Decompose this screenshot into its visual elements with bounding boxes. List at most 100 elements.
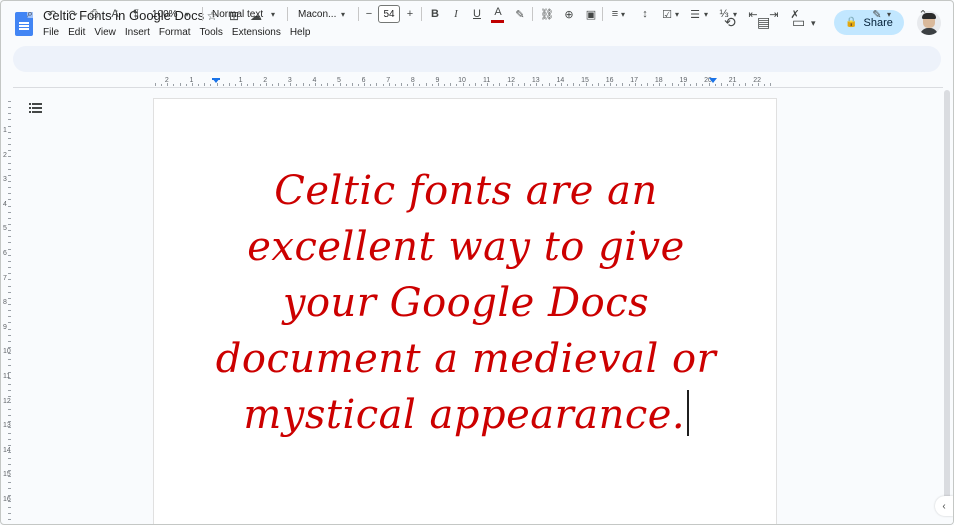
paragraph-style-select[interactable]: Normal text xyxy=(212,5,263,23)
meet-dropdown-icon[interactable]: ▾ xyxy=(811,14,816,32)
ruler-tick xyxy=(204,83,206,86)
vruler-tick xyxy=(8,476,11,478)
line-spacing-icon[interactable]: ↕ xyxy=(638,5,652,23)
right-indent-handle[interactable] xyxy=(709,78,717,83)
ruler-tick xyxy=(241,83,243,86)
print-icon[interactable]: ⎙ xyxy=(87,5,101,23)
align-chevron-down-icon[interactable]: ▾ xyxy=(621,5,625,23)
increase-indent-icon[interactable]: ⇥ xyxy=(767,5,781,23)
app-window: Celtic Fonts in Google Docs ☆ ⊞ ☁ File E… xyxy=(0,0,954,525)
ruler-tick xyxy=(505,84,507,86)
vruler-tick xyxy=(8,402,11,404)
left-indent-handle[interactable] xyxy=(212,78,220,83)
clear-formatting-icon[interactable]: ✗ xyxy=(788,5,802,23)
vruler-tick xyxy=(8,500,11,502)
collapse-menus-icon[interactable]: ⌃ xyxy=(917,5,929,23)
share-button[interactable]: 🔒 Share xyxy=(834,10,904,35)
vruler-tick xyxy=(8,248,11,250)
increase-font-size-button[interactable]: + xyxy=(405,5,415,23)
vruler-number: 10 xyxy=(3,348,11,356)
menu-view[interactable]: View xyxy=(94,27,116,38)
numbered-chevron-down-icon[interactable]: ▾ xyxy=(733,5,737,23)
insert-image-icon[interactable]: ▣ xyxy=(584,5,598,23)
redo-icon[interactable]: ↷ xyxy=(66,5,80,23)
font-chevron-down-icon[interactable]: ▾ xyxy=(341,5,345,23)
ruler-tick xyxy=(173,84,175,86)
style-chevron-down-icon[interactable]: ▾ xyxy=(271,5,275,23)
font-size-input[interactable]: 54 xyxy=(378,5,400,23)
text-color-button[interactable]: A xyxy=(492,3,504,21)
decrease-font-size-button[interactable]: − xyxy=(364,5,374,23)
vruler-tick xyxy=(8,353,11,355)
zoom-select[interactable]: 100% xyxy=(152,5,178,23)
zoom-chevron-down-icon[interactable]: ▾ xyxy=(185,5,189,23)
ruler-tick xyxy=(573,83,575,86)
side-panel-toggle-icon[interactable]: ‹ xyxy=(935,496,953,516)
undo-icon[interactable]: ↶ xyxy=(45,5,59,23)
underline-button[interactable]: U xyxy=(471,5,483,23)
ruler-tick xyxy=(364,83,366,86)
bullets-chevron-down-icon[interactable]: ▾ xyxy=(704,5,708,23)
ruler-tick xyxy=(511,83,513,86)
editing-mode-icon[interactable]: ✎ xyxy=(870,5,884,23)
menu-insert[interactable]: Insert xyxy=(125,27,150,38)
ruler-tick xyxy=(499,83,501,86)
scrollbar-thumb[interactable] xyxy=(944,90,950,500)
ruler-tick xyxy=(265,83,267,86)
checklist-icon[interactable]: ☑ xyxy=(660,5,674,23)
vruler-number: 16 xyxy=(3,496,11,503)
decrease-indent-icon[interactable]: ⇤ xyxy=(746,5,760,23)
ruler-tick xyxy=(308,84,310,86)
ruler-tick xyxy=(751,84,753,86)
ruler-tick xyxy=(228,83,230,86)
menu-format[interactable]: Format xyxy=(159,27,191,38)
ruler-tick xyxy=(394,84,396,86)
insert-link-icon[interactable]: ⛓ xyxy=(540,5,554,23)
search-menus-icon[interactable]: ⌕ xyxy=(23,5,37,23)
ruler-tick xyxy=(653,84,655,86)
vruler-number: 8 xyxy=(3,299,7,307)
italic-button[interactable]: I xyxy=(450,5,462,23)
ruler-tick xyxy=(191,83,193,86)
menu-help[interactable]: Help xyxy=(290,27,311,38)
text-line: mystical appearance. xyxy=(243,392,686,438)
vruler-tick xyxy=(8,390,11,392)
vruler-tick xyxy=(8,463,11,465)
ruler-tick xyxy=(690,84,692,86)
ruler-tick xyxy=(493,84,495,86)
highlight-icon[interactable]: ✎ xyxy=(514,5,526,23)
ruler-tick xyxy=(278,83,279,86)
vruler-tick xyxy=(8,224,11,225)
menu-tools[interactable]: Tools xyxy=(200,27,223,38)
ruler-tick xyxy=(376,83,378,86)
bold-button[interactable]: B xyxy=(429,5,441,23)
vruler-tick xyxy=(8,162,11,164)
ruler-tick xyxy=(745,83,747,86)
align-icon[interactable]: ≡ xyxy=(608,5,622,23)
text-color-indicator xyxy=(491,20,504,23)
vertical-ruler[interactable]: 1 2 3 4 5 6 7 8 9 10 11 12 13 14 15 16 xyxy=(2,97,12,524)
bulleted-list-icon[interactable]: ☰ xyxy=(688,5,702,23)
add-comment-icon[interactable]: ⊕ xyxy=(562,5,576,23)
numbered-list-icon[interactable]: ⅓ xyxy=(717,5,731,23)
document-outline-icon[interactable] xyxy=(29,102,43,114)
ruler-tick xyxy=(524,83,525,86)
ruler-tick xyxy=(216,83,218,86)
vruler-tick xyxy=(8,230,11,232)
paint-format-icon[interactable]: ¶ xyxy=(129,5,143,23)
vruler-number: 6 xyxy=(3,250,7,257)
document-body[interactable]: Celtic fonts are an excellent way to giv… xyxy=(154,163,778,443)
ruler-tick xyxy=(161,84,163,86)
ruler-tick xyxy=(357,84,359,86)
editing-mode-chevron-down-icon[interactable]: ▾ xyxy=(887,5,891,23)
document-page[interactable]: Celtic fonts are an excellent way to giv… xyxy=(153,98,778,524)
font-select[interactable]: Macon... xyxy=(298,5,336,23)
vruler-tick xyxy=(8,470,11,471)
checklist-chevron-down-icon[interactable]: ▾ xyxy=(675,5,679,23)
ruler-tick xyxy=(388,83,390,86)
menu-edit[interactable]: Edit xyxy=(68,27,85,38)
menu-file[interactable]: File xyxy=(43,27,59,38)
menu-extensions[interactable]: Extensions xyxy=(232,27,281,38)
spellcheck-icon[interactable]: A xyxy=(108,5,122,23)
vruler-tick xyxy=(8,371,11,373)
